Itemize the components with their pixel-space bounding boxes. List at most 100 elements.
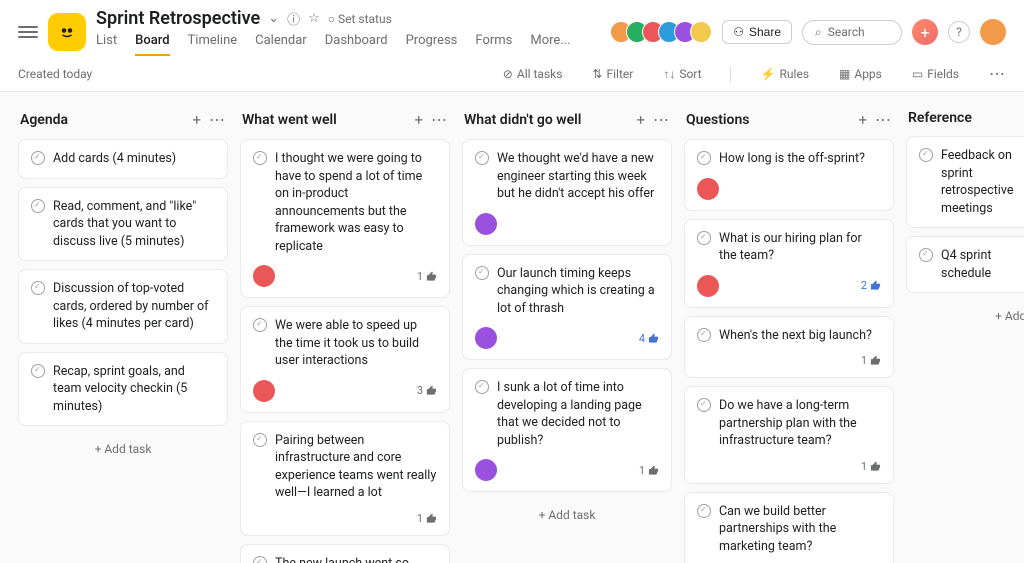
column-more-icon[interactable]: ⋯: [653, 110, 670, 129]
rules-button[interactable]: ⚡Rules: [761, 67, 809, 81]
complete-check-icon[interactable]: [697, 231, 711, 245]
chevron-down-icon[interactable]: ⌄: [268, 11, 279, 26]
card-text: Discussion of top-voted cards, ordered b…: [53, 280, 215, 333]
card[interactable]: Can we build better partnerships with th…: [684, 492, 894, 563]
card[interactable]: What is our hiring plan for the team?2: [684, 219, 894, 308]
add-card-icon[interactable]: +: [636, 111, 645, 129]
card[interactable]: How long is the off-sprint?: [684, 139, 894, 211]
like-button[interactable]: 3: [417, 384, 437, 397]
sort-button[interactable]: ↑↓Sort: [663, 67, 701, 81]
like-button[interactable]: 1: [861, 460, 881, 473]
assignee-avatar[interactable]: [475, 327, 497, 349]
assignee-avatar[interactable]: [475, 459, 497, 481]
complete-check-icon[interactable]: [31, 151, 45, 165]
column-title[interactable]: What didn't go well: [464, 112, 628, 128]
complete-check-icon[interactable]: [31, 364, 45, 378]
add-card-icon[interactable]: +: [858, 111, 867, 129]
like-button[interactable]: 1: [639, 464, 659, 477]
member-avatars[interactable]: [616, 21, 712, 43]
share-button[interactable]: ⚇ Share: [722, 20, 792, 44]
assignee-avatar[interactable]: [697, 275, 719, 297]
column-title[interactable]: What went well: [242, 112, 406, 128]
filter-button[interactable]: ⇅Filter: [592, 67, 633, 81]
help-button[interactable]: ?: [948, 21, 970, 43]
card[interactable]: Add cards (4 minutes): [18, 139, 228, 179]
menu-icon[interactable]: [18, 26, 38, 38]
more-icon[interactable]: ⋯: [989, 64, 1006, 83]
complete-check-icon[interactable]: [475, 151, 489, 165]
card[interactable]: Do we have a long-term partnership plan …: [684, 386, 894, 484]
like-button[interactable]: 2: [861, 279, 881, 292]
card[interactable]: We were able to speed up the time it too…: [240, 306, 450, 413]
tab-progress[interactable]: Progress: [406, 33, 458, 56]
complete-check-icon[interactable]: [697, 504, 711, 518]
complete-check-icon[interactable]: [697, 398, 711, 412]
card[interactable]: The new launch went so smoothly! Tons of…: [240, 544, 450, 563]
global-add-button[interactable]: +: [912, 19, 938, 45]
add-task-button[interactable]: + Add task: [18, 434, 228, 464]
complete-check-icon[interactable]: [253, 151, 267, 165]
complete-check-icon[interactable]: [475, 266, 489, 280]
assignee-avatar[interactable]: [253, 265, 275, 287]
card[interactable]: Our launch timing keeps changing which i…: [462, 254, 672, 361]
column-title[interactable]: Agenda: [20, 112, 184, 128]
column-title[interactable]: Reference: [908, 110, 1024, 126]
add-task-button[interactable]: + Add task: [906, 301, 1024, 331]
complete-check-icon[interactable]: [919, 248, 933, 262]
complete-check-icon[interactable]: [253, 433, 267, 447]
card[interactable]: When's the next big launch?1: [684, 316, 894, 379]
column: What went well + ⋯ I thought we were going …: [240, 106, 450, 549]
tab-dashboard[interactable]: Dashboard: [325, 33, 388, 56]
user-avatar[interactable]: [980, 19, 1006, 45]
complete-check-icon[interactable]: [919, 148, 933, 162]
complete-check-icon[interactable]: [31, 281, 45, 295]
info-icon[interactable]: ⓘ: [287, 9, 300, 28]
project-logo[interactable]: [48, 13, 86, 51]
add-task-button[interactable]: + Add task: [462, 500, 672, 530]
tab-board[interactable]: Board: [135, 33, 169, 56]
like-button[interactable]: 1: [861, 354, 881, 367]
card[interactable]: I sunk a lot of time into developing a l…: [462, 368, 672, 492]
add-card-icon[interactable]: +: [414, 111, 423, 129]
card[interactable]: Pairing between infrastructure and core …: [240, 421, 450, 536]
like-button[interactable]: 1: [417, 512, 437, 525]
complete-check-icon[interactable]: [475, 380, 489, 394]
like-button[interactable]: 4: [639, 332, 659, 345]
search-input[interactable]: ⌕ Search: [802, 20, 902, 45]
project-title[interactable]: Sprint Retrospective: [96, 8, 260, 29]
card[interactable]: I thought we were going to have to spend…: [240, 139, 450, 298]
assignee-avatar[interactable]: [253, 380, 275, 402]
column: Questions + ⋯ How long is the off-sprint? Wh…: [684, 106, 894, 549]
tab-list[interactable]: List: [96, 33, 117, 56]
card[interactable]: Read, comment, and "like" cards that you…: [18, 187, 228, 262]
column-title[interactable]: Questions: [686, 112, 850, 128]
card[interactable]: We thought we'd have a new engineer star…: [462, 139, 672, 246]
assignee-avatar[interactable]: [475, 213, 497, 235]
fields-button[interactable]: ▭Fields: [912, 67, 959, 81]
all-tasks-button[interactable]: ⊘All tasks: [503, 67, 563, 81]
card[interactable]: Recap, sprint goals, and team velocity c…: [18, 352, 228, 427]
complete-check-icon[interactable]: [253, 318, 267, 332]
add-card-icon[interactable]: +: [192, 111, 201, 129]
complete-check-icon[interactable]: [697, 328, 711, 342]
complete-check-icon[interactable]: [31, 199, 45, 213]
like-button[interactable]: 1: [417, 270, 437, 283]
tab-timeline[interactable]: Timeline: [188, 33, 238, 56]
complete-check-icon[interactable]: [697, 151, 711, 165]
star-icon[interactable]: ☆: [308, 11, 320, 26]
card[interactable]: Discussion of top-voted cards, ordered b…: [18, 269, 228, 344]
assignee-avatar[interactable]: [697, 178, 719, 200]
tab-calendar[interactable]: Calendar: [255, 33, 307, 56]
card[interactable]: Feedback on sprint retrospective meeting…: [906, 136, 1024, 228]
member-avatar[interactable]: [690, 21, 712, 43]
tab-forms[interactable]: Forms: [475, 33, 512, 56]
column-more-icon[interactable]: ⋯: [431, 110, 448, 129]
apps-button[interactable]: ▦Apps: [839, 67, 882, 81]
tab-more[interactable]: More...: [530, 33, 570, 56]
column-more-icon[interactable]: ⋯: [875, 110, 892, 129]
complete-check-icon[interactable]: [253, 556, 267, 563]
set-status-button[interactable]: ○ Set status: [328, 12, 392, 26]
column-more-icon[interactable]: ⋯: [209, 110, 226, 129]
people-icon: ⚇: [733, 25, 744, 39]
card[interactable]: Q4 sprint schedule: [906, 236, 1024, 293]
